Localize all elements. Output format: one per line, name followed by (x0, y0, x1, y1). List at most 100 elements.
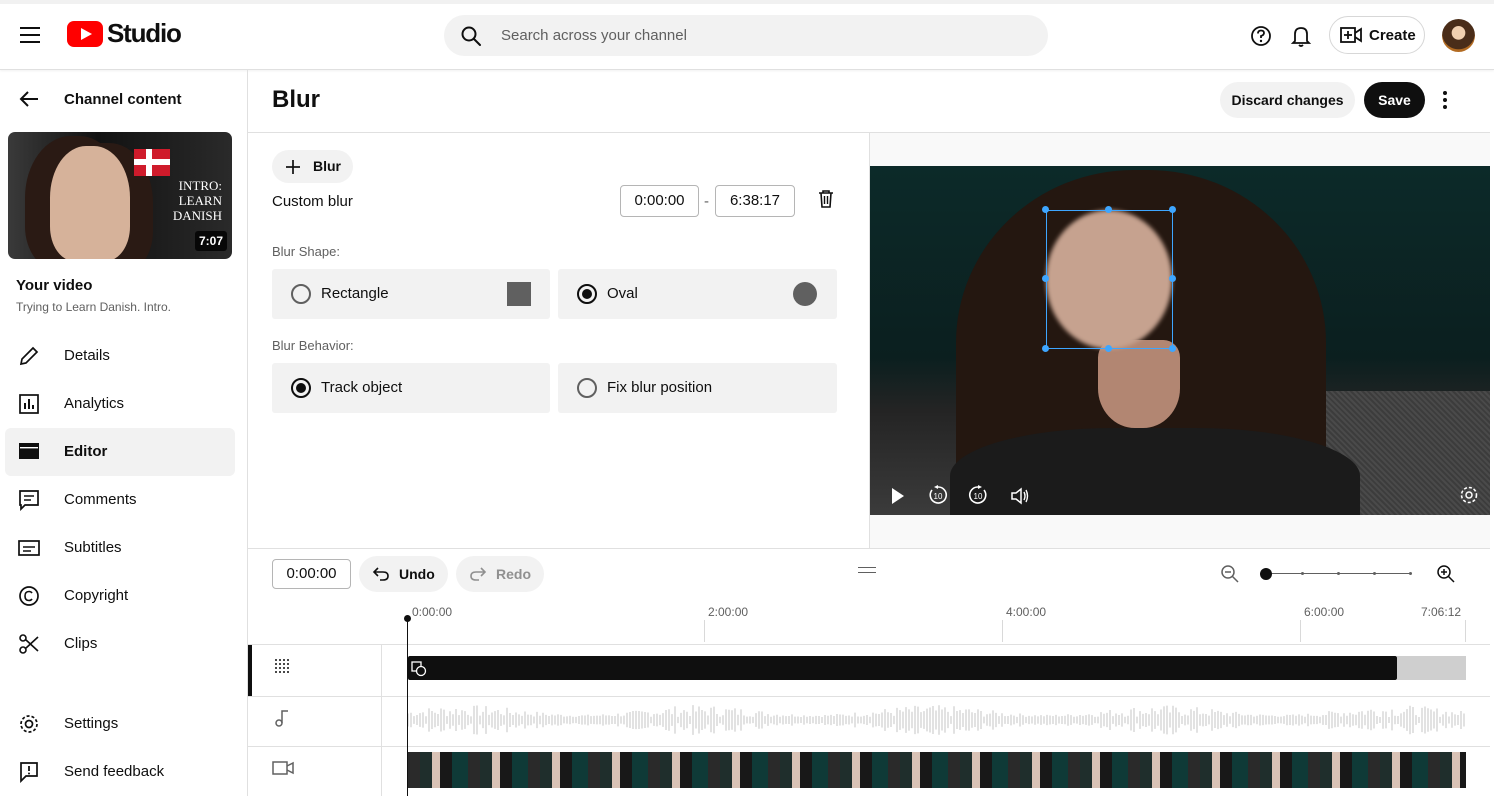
youtube-logo-icon[interactable] (67, 21, 103, 47)
rectangle-radio[interactable] (291, 284, 311, 304)
search-input[interactable]: Search across your channel (501, 27, 687, 44)
resize-handle[interactable] (1105, 345, 1112, 352)
discard-changes-button[interactable]: Discard changes (1220, 82, 1355, 118)
rectangle-label: Rectangle (321, 285, 389, 302)
playhead-handle[interactable] (404, 615, 411, 622)
ruler-label: 7:06:12 (1421, 605, 1462, 619)
create-video-icon (1340, 27, 1362, 43)
sidebar-item-analytics[interactable]: Analytics (64, 395, 124, 412)
track-label-border (248, 644, 382, 645)
page-title: Blur (272, 86, 320, 113)
zoom-slider-tick (1301, 572, 1304, 575)
video-filmstrip[interactable] (408, 752, 1466, 788)
zoom-slider-tick (1373, 572, 1376, 575)
fix-position-radio[interactable] (577, 378, 597, 398)
panel-resize-handle[interactable] (858, 567, 876, 573)
undo-label: Undo (399, 566, 435, 582)
sidebar-item-editor[interactable]: Editor (64, 443, 107, 460)
video-thumbnail[interactable]: INTRO: LEARN DANISH 7:07 (8, 132, 232, 259)
blur-behavior-label: Blur Behavior: (272, 338, 354, 353)
ruler-label: 4:00:00 (1006, 605, 1047, 619)
thumbnail-title-line: INTRO: (178, 178, 222, 193)
delete-trash-icon[interactable] (817, 189, 835, 209)
settings-link[interactable]: Settings (64, 715, 118, 732)
resize-handle[interactable] (1169, 275, 1176, 282)
svg-text:10: 10 (974, 492, 983, 501)
ruler-tick (704, 620, 705, 642)
track-object-radio[interactable] (291, 378, 311, 398)
ruler-label: 6:00:00 (1304, 605, 1345, 619)
oval-radio[interactable] (577, 284, 597, 304)
track-label-border (248, 746, 382, 747)
timeline-current-time[interactable]: 0:00:00 (272, 559, 351, 589)
more-options-icon[interactable] (1443, 91, 1447, 109)
playhead[interactable] (407, 618, 408, 796)
copyright-icon (19, 586, 39, 606)
menu-icon[interactable] (20, 27, 40, 43)
subtitles-icon (18, 540, 40, 556)
search-icon (461, 26, 481, 46)
back-arrow-icon[interactable] (18, 89, 40, 109)
shape-option-oval[interactable]: Oval (558, 269, 837, 319)
blur-segment-remaining (1397, 656, 1466, 680)
forward-10-icon[interactable]: 10 (968, 485, 988, 505)
blur-shape-label: Blur Shape: (272, 244, 340, 259)
notifications-bell-icon[interactable] (1290, 24, 1312, 48)
resize-handle[interactable] (1042, 275, 1049, 282)
zoom-slider-tick (1337, 572, 1340, 575)
blur-track-label (248, 644, 382, 796)
sidebar-item-copyright[interactable]: Copyright (64, 587, 128, 604)
svg-text:10: 10 (934, 492, 943, 501)
track-label-border (248, 696, 382, 697)
zoom-in-icon[interactable] (1436, 564, 1456, 584)
resize-handle[interactable] (1105, 206, 1112, 213)
danish-flag (134, 149, 170, 176)
settings-gear-icon[interactable] (1459, 485, 1479, 505)
zoom-out-icon[interactable] (1220, 564, 1240, 584)
undo-icon (372, 567, 389, 581)
zoom-slider-thumb[interactable] (1260, 568, 1272, 580)
rewind-10-icon[interactable]: 10 (928, 485, 948, 505)
ruler-tick (1002, 620, 1003, 642)
resize-handle[interactable] (1169, 206, 1176, 213)
send-feedback-link[interactable]: Send feedback (64, 763, 164, 780)
create-button-label: Create (1369, 27, 1416, 44)
help-icon[interactable] (1250, 25, 1272, 47)
shape-option-rectangle[interactable]: Rectangle (272, 269, 550, 319)
zoom-slider-tick (1409, 572, 1412, 575)
thumbnail-person (50, 146, 130, 259)
scissors-icon (19, 634, 39, 654)
video-preview[interactable]: 10 10 (870, 166, 1490, 515)
ruler-label: 0:00:00 (412, 605, 453, 619)
blur-start-time-field[interactable]: 0:00:00 (620, 185, 699, 217)
channel-content-link[interactable]: Channel content (64, 91, 182, 108)
resize-handle[interactable] (1169, 345, 1176, 352)
blur-segment[interactable] (408, 656, 1397, 680)
sidebar-item-subtitles[interactable]: Subtitles (64, 539, 122, 556)
oval-label: Oval (607, 285, 638, 302)
blur-selection-box[interactable] (1046, 210, 1173, 349)
ruler-label: 2:00:00 (708, 605, 749, 619)
studio-logo-text[interactable]: Studio (107, 18, 182, 49)
blur-grid-icon (275, 659, 289, 673)
feedback-icon (20, 762, 38, 783)
track-object-label: Track object (321, 379, 403, 396)
your-video-heading: Your video (16, 277, 93, 294)
resize-handle[interactable] (1042, 206, 1049, 213)
ruler-tick (1300, 620, 1301, 642)
volume-icon[interactable] (1010, 487, 1030, 505)
behavior-option-track[interactable]: Track object (272, 363, 550, 413)
plus-icon (286, 160, 300, 174)
blur-end-time-field[interactable]: 6:38:17 (715, 185, 795, 217)
sidebar-item-clips[interactable]: Clips (64, 635, 97, 652)
resize-handle[interactable] (1042, 345, 1049, 352)
sidebar-item-details[interactable]: Details (64, 347, 110, 364)
save-button[interactable]: Save (1364, 82, 1425, 118)
redo-label: Redo (496, 566, 531, 582)
behavior-option-fixed[interactable]: Fix blur position (558, 363, 837, 413)
sidebar-item-comments[interactable]: Comments (64, 491, 137, 508)
audio-waveform (408, 705, 1465, 735)
avatar[interactable] (1442, 19, 1475, 52)
music-note-icon (275, 710, 288, 727)
play-icon[interactable] (890, 487, 906, 505)
